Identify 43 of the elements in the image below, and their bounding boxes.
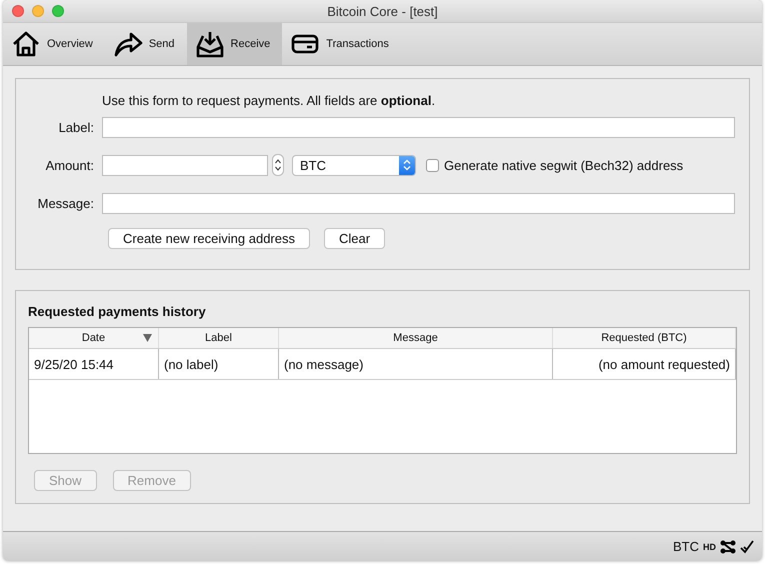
section-title: Requested payments history bbox=[28, 304, 207, 319]
unit-label[interactable]: BTC bbox=[673, 539, 699, 554]
intro-text: Use this form to request payments. All fields are optional. bbox=[102, 92, 436, 108]
table-cell: (no amount requested) bbox=[553, 349, 736, 379]
amount-input[interactable] bbox=[102, 154, 268, 176]
toolbar-tab[interactable]: Receive bbox=[186, 23, 282, 65]
column-header[interactable]: Requested (BTC) bbox=[553, 328, 736, 348]
inbox-icon bbox=[194, 30, 225, 58]
column-header[interactable]: Date bbox=[29, 328, 159, 348]
chevron-icon bbox=[403, 159, 411, 171]
tab-label: Send bbox=[148, 38, 175, 50]
form-button[interactable]: Create new receiving address bbox=[108, 228, 310, 249]
tab-label: Receive bbox=[230, 38, 270, 50]
column-header[interactable]: Label bbox=[159, 328, 279, 348]
toolbar-tab[interactable]: Overview bbox=[3, 23, 105, 65]
hd-label: HD bbox=[703, 542, 716, 552]
table-cell: (no message) bbox=[279, 349, 553, 379]
window-title: Bitcoin Core - [test] bbox=[327, 4, 439, 18]
tab-label: Overview bbox=[47, 38, 93, 50]
label-input[interactable] bbox=[102, 116, 735, 138]
table-cell: (no label) bbox=[159, 349, 279, 379]
form-button[interactable]: Clear bbox=[324, 228, 386, 249]
network-icon bbox=[720, 540, 736, 554]
checkbox[interactable] bbox=[426, 158, 439, 172]
unit-select[interactable]: BTC bbox=[292, 154, 416, 176]
field-label: Label: bbox=[58, 120, 94, 134]
minimize-button[interactable] bbox=[32, 5, 44, 17]
column-header[interactable]: Message bbox=[279, 328, 553, 348]
close-button[interactable] bbox=[12, 5, 24, 17]
toolbar-tab[interactable]: Send bbox=[104, 23, 187, 65]
table-cell: 9/25/20 15:44 bbox=[29, 349, 159, 379]
field-label: Message: bbox=[36, 196, 94, 210]
tab-label: Transactions bbox=[326, 38, 389, 50]
sort-arrow-icon bbox=[143, 334, 152, 342]
field-label: Amount: bbox=[44, 158, 94, 172]
message-input[interactable] bbox=[102, 192, 735, 214]
arrow-icon bbox=[112, 30, 143, 58]
zoom-button[interactable] bbox=[52, 5, 64, 17]
checkbox-label: Generate native segwit (Bech32) address bbox=[444, 158, 684, 172]
toolbar-tab[interactable]: Transactions bbox=[282, 23, 401, 65]
checkmark-icon bbox=[740, 540, 754, 554]
stepper-icon[interactable] bbox=[272, 154, 284, 176]
house-icon bbox=[11, 30, 41, 58]
